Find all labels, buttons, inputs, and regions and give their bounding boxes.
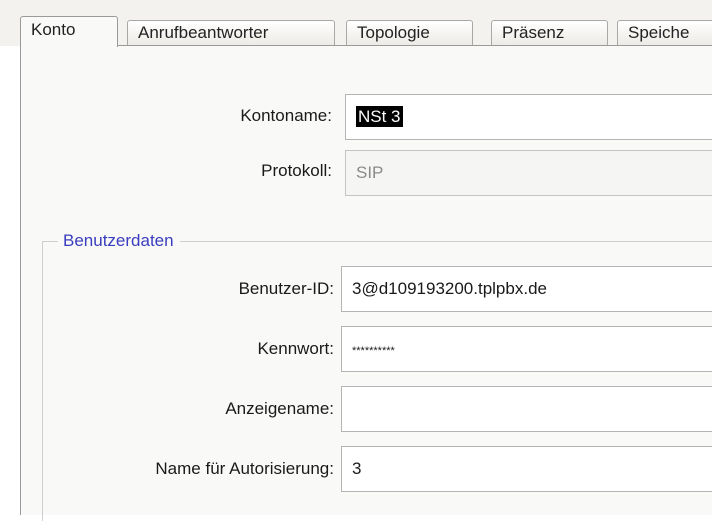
kontoname-input[interactable]: NSt 3	[345, 94, 712, 140]
tab-praesenz[interactable]: Präsenz	[491, 20, 608, 46]
benutzer-id-input[interactable]: 3@d109193200.tplpbx.de	[341, 266, 712, 312]
benutzer-id-label: Benutzer-ID:	[238, 279, 334, 298]
kontoname-value: NSt 3	[356, 106, 403, 127]
kennwort-label: Kennwort:	[257, 339, 334, 358]
tab-konto[interactable]: Konto	[20, 16, 118, 47]
autorisierung-label: Name für Autorisierung:	[155, 459, 334, 478]
protokoll-label: Protokoll:	[261, 161, 332, 180]
kennwort-input[interactable]: **********	[341, 326, 712, 372]
autorisierung-input[interactable]: 3	[341, 446, 712, 492]
protokoll-field: SIP	[345, 150, 712, 196]
tab-bar: Konto Anrufbeantworter Topologie Präsenz…	[0, 0, 712, 47]
tab-anrufbeantworter[interactable]: Anrufbeantworter	[127, 20, 335, 46]
anzeigename-label: Anzeigename:	[225, 399, 334, 418]
tab-speicher[interactable]: Speiche	[617, 20, 712, 46]
kontoname-label: Kontoname:	[240, 106, 332, 125]
autorisierung-value: 3	[352, 459, 362, 478]
benutzerdaten-legend: Benutzerdaten	[58, 230, 180, 252]
tab-topologie[interactable]: Topologie	[346, 20, 473, 46]
kennwort-value: **********	[352, 345, 395, 357]
protokoll-value: SIP	[356, 163, 384, 182]
anzeigename-input[interactable]	[341, 386, 712, 432]
benutzer-id-value: 3@d109193200.tplpbx.de	[352, 279, 547, 298]
